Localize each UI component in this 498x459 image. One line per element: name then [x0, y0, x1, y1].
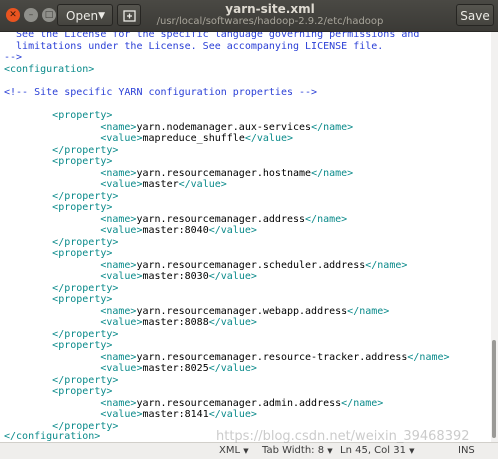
open-button[interactable]: Open ▼: [57, 4, 113, 26]
chevron-down-icon: ▼: [409, 447, 415, 455]
new-tab-icon: [123, 10, 136, 22]
gedit-window: ✕ – □ Open ▼ yarn-site.xml /usr/local/so…: [0, 0, 498, 459]
language-selector[interactable]: XML ▼: [219, 445, 249, 456]
code-line: <value>master:8025</value>: [100, 363, 257, 374]
code-line: <!-- Site specific YARN configuration pr…: [4, 87, 318, 98]
code-line: <property>: [52, 156, 113, 167]
code-line: <configuration>: [4, 64, 95, 75]
code-line: -->: [4, 52, 23, 63]
watermark: https://blog.csdn.net/weixin_39468392: [216, 429, 470, 444]
chevron-down-icon: ▼: [327, 447, 333, 455]
code-line: See the License for the specific languag…: [4, 32, 420, 40]
new-tab-button[interactable]: [117, 4, 141, 26]
code-line: <property>: [52, 386, 113, 397]
cursor-position[interactable]: Ln 45, Col 31 ▼: [340, 445, 415, 456]
code-line: <property>: [52, 110, 113, 121]
code-line: limitations under the License. See accom…: [4, 41, 384, 52]
minimize-icon[interactable]: –: [24, 8, 38, 22]
code-line: <property>: [52, 294, 113, 305]
header-bar: ✕ – □ Open ▼ yarn-site.xml /usr/local/so…: [0, 0, 498, 32]
close-icon[interactable]: ✕: [6, 8, 20, 22]
scrollbar-thumb[interactable]: [492, 340, 496, 438]
code-line: <property>: [52, 248, 113, 259]
tab-width-selector[interactable]: Tab Width: 8 ▼: [262, 445, 333, 456]
code-line: <value>master:8088</value>: [100, 317, 257, 328]
open-button-label: Open: [66, 9, 99, 23]
status-bar: XML ▼ Tab Width: 8 ▼ Ln 45, Col 31 ▼ INS: [0, 442, 498, 459]
maximize-icon[interactable]: □: [42, 8, 56, 22]
insert-mode: INS: [458, 445, 475, 456]
code-line: <property>: [52, 340, 113, 351]
code-line: <value>master:8040</value>: [100, 225, 257, 236]
window-title: yarn-site.xml: [225, 2, 315, 16]
code-line: <property>: [52, 202, 113, 213]
chevron-down-icon: ▼: [243, 447, 249, 455]
code-line: </configuration>: [4, 431, 101, 442]
code-line: <value>master</value>: [100, 179, 227, 190]
chevron-down-icon: ▼: [98, 11, 105, 21]
code-line: <value>master:8030</value>: [100, 271, 257, 282]
window-subtitle: /usr/local/softwares/hadoop-2.9.2/etc/ha…: [156, 16, 384, 27]
save-button[interactable]: Save: [456, 4, 494, 26]
code-line: <value>master:8141</value>: [100, 409, 257, 420]
text-editor[interactable]: See the License for the specific languag…: [0, 32, 491, 442]
code-line: <value>mapreduce_shuffle</value>: [100, 133, 294, 144]
